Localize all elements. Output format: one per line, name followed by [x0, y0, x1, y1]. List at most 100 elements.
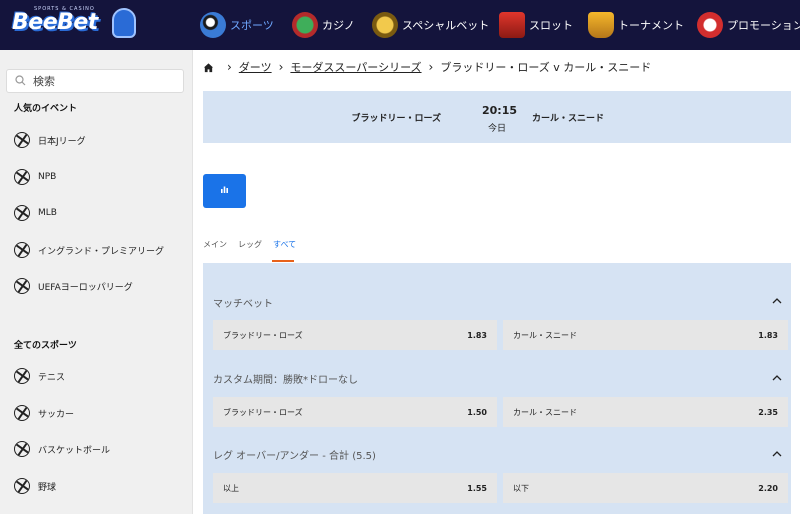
- sidebar-item-mlb[interactable]: MLB: [0, 198, 192, 228]
- away-player-name: カール・スニード: [532, 114, 605, 124]
- sidebar-item-label: バスケットボール: [38, 445, 111, 456]
- tab-legs[interactable]: レッグ: [238, 234, 262, 262]
- odds-button[interactable]: カール・スニード 2.35: [503, 397, 788, 427]
- logo-wordmark: BeeBet: [12, 10, 98, 35]
- sidebar-item-baseball[interactable]: 野球: [0, 471, 192, 501]
- sidebar: 人気のイベント 日本Jリーグ NPB MLB イングランド・プレミアリーグ UE…: [0, 50, 193, 514]
- sidebar-item-premier-league[interactable]: イングランド・プレミアリーグ: [0, 235, 192, 265]
- odds-button[interactable]: 以下 2.20: [503, 473, 788, 503]
- outcome-price: 1.50: [467, 407, 487, 417]
- outcome-label: 以下: [513, 483, 529, 493]
- sidebar-item-label: サッカー: [38, 409, 75, 420]
- home-player-name: ブラッドリー・ローズ: [351, 114, 441, 124]
- tournament-icon: [588, 12, 614, 38]
- outcome-price: 1.83: [467, 330, 487, 340]
- odds-button[interactable]: カール・スニード 1.83: [503, 320, 788, 350]
- breadcrumb-modus-super-series[interactable]: モーダススーパーシリーズ: [290, 59, 421, 75]
- all-sports-heading: 全てのスポーツ: [14, 341, 77, 351]
- breadcrumb-darts[interactable]: ダーツ: [239, 59, 272, 75]
- baseball-icon: [14, 478, 30, 494]
- soccer-ball-icon: [14, 242, 30, 258]
- sidebar-item-label: MLB: [38, 208, 57, 218]
- nav-label: トーナメント: [618, 19, 684, 32]
- nav-label: プロモーション: [727, 19, 800, 32]
- outcome-price: 2.20: [758, 483, 778, 493]
- bee-mascot-icon: [112, 8, 136, 38]
- match-header: ブラッドリー・ローズ 20:15 今日 カール・スニード: [203, 91, 791, 143]
- search-input[interactable]: [33, 72, 178, 91]
- chevron-up-icon[interactable]: [772, 449, 782, 459]
- tab-all[interactable]: すべて: [271, 234, 296, 262]
- outcome-label: カール・スニード: [513, 330, 577, 340]
- sidebar-item-label: 野球: [38, 482, 57, 493]
- nav-item-sports[interactable]: スポーツ: [200, 0, 274, 50]
- nav-item-special-bet[interactable]: スペシャルベット: [372, 0, 489, 50]
- odds-button[interactable]: ブラッドリー・ローズ 1.83: [213, 320, 497, 350]
- event-page: › ダーツ › モーダススーパーシリーズ › ブラッドリー・ローズ v カール・…: [193, 50, 800, 514]
- breadcrumb-current-event: ブラッドリー・ローズ v カール・スニード: [440, 61, 652, 74]
- sidebar-item-label: NPB: [38, 172, 57, 182]
- home-icon[interactable]: [203, 62, 214, 73]
- sidebar-item-label: イングランド・プレミアリーグ: [38, 246, 165, 257]
- beebet-logo[interactable]: SPORTS & CASINO BeeBet: [8, 6, 136, 44]
- sidebar-item-soccer[interactable]: サッカー: [0, 398, 192, 428]
- baseball-icon: [14, 205, 30, 221]
- baseball-icon: [14, 169, 30, 185]
- odds-button[interactable]: 以上 1.55: [213, 473, 497, 503]
- nav-item-promotion[interactable]: プロモーション: [697, 0, 800, 50]
- markets-panel: マッチベット ブラッドリー・ローズ 1.83 カール・スニード 1.83 カスタ…: [203, 263, 791, 514]
- outcome-label: 以上: [223, 483, 239, 493]
- nav-label: スペシャルベット: [402, 19, 490, 32]
- popular-events-heading: 人気のイベント: [14, 104, 78, 114]
- basketball-icon: [14, 441, 30, 457]
- match-start-time: 20:15: [482, 104, 518, 117]
- sidebar-item-label: 日本Jリーグ: [38, 136, 86, 147]
- top-navigation-bar: SPORTS & CASINO BeeBet スポーツ カジノ スペシャルベット…: [0, 0, 800, 50]
- search-box[interactable]: [6, 69, 184, 93]
- search-icon: [15, 75, 26, 86]
- market-title: カスタム期間：勝敗*ドローなし: [213, 375, 358, 386]
- outcome-label: ブラッドリー・ローズ: [223, 330, 303, 340]
- nav-item-casino[interactable]: カジノ: [292, 0, 355, 50]
- slots-icon: [499, 12, 525, 38]
- breadcrumb-chevron-icon: ›: [428, 60, 434, 74]
- soccer-ball-icon: [14, 405, 30, 421]
- outcome-price: 1.55: [467, 483, 487, 493]
- soccer-ball-icon: [14, 132, 30, 148]
- special-bet-icon: [372, 12, 398, 38]
- chevron-up-icon[interactable]: [772, 373, 782, 383]
- sidebar-item-label: UEFAヨーロッパリーグ: [38, 282, 133, 293]
- market-title: マッチベット: [213, 299, 273, 310]
- breadcrumb-chevron-icon: ›: [227, 60, 232, 74]
- nav-item-slots[interactable]: スロット: [499, 0, 573, 50]
- bar-chart-icon: [221, 186, 228, 193]
- statistics-button[interactable]: [203, 174, 246, 208]
- market-title: レグ オーバー/アンダー - 合計 (5.5): [213, 451, 376, 462]
- odds-button[interactable]: ブラッドリー・ローズ 1.50: [213, 397, 497, 427]
- nav-label: スポーツ: [230, 19, 274, 32]
- outcome-price: 1.83: [758, 330, 778, 340]
- sports-icon: [200, 12, 226, 38]
- promotion-icon: [697, 12, 723, 38]
- sidebar-item-basketball[interactable]: バスケットボール: [0, 434, 192, 464]
- sidebar-item-europa-league[interactable]: UEFAヨーロッパリーグ: [0, 271, 192, 301]
- sidebar-item-tennis[interactable]: テニス: [0, 361, 192, 391]
- tab-main[interactable]: メイン: [203, 234, 227, 262]
- outcome-label: ブラッドリー・ローズ: [223, 407, 303, 417]
- nav-label: スロット: [529, 19, 573, 32]
- soccer-ball-icon: [14, 278, 30, 294]
- sidebar-item-label: テニス: [38, 372, 66, 383]
- casino-icon: [292, 12, 318, 38]
- match-day: 今日: [487, 124, 506, 134]
- tennis-ball-icon: [14, 368, 30, 384]
- nav-label: カジノ: [322, 19, 355, 32]
- breadcrumb-chevron-icon: ›: [278, 60, 284, 74]
- chevron-up-icon[interactable]: [772, 296, 782, 306]
- sidebar-item-npb[interactable]: NPB: [0, 162, 192, 192]
- outcome-label: カール・スニード: [513, 407, 577, 417]
- market-tabs: メイン レッグ すべて: [203, 234, 307, 262]
- outcome-price: 2.35: [758, 407, 778, 417]
- sidebar-item-j-league[interactable]: 日本Jリーグ: [0, 125, 192, 155]
- breadcrumb: › ダーツ › モーダススーパーシリーズ › ブラッドリー・ローズ v カール・…: [203, 59, 651, 75]
- nav-item-tournament[interactable]: トーナメント: [588, 0, 684, 50]
